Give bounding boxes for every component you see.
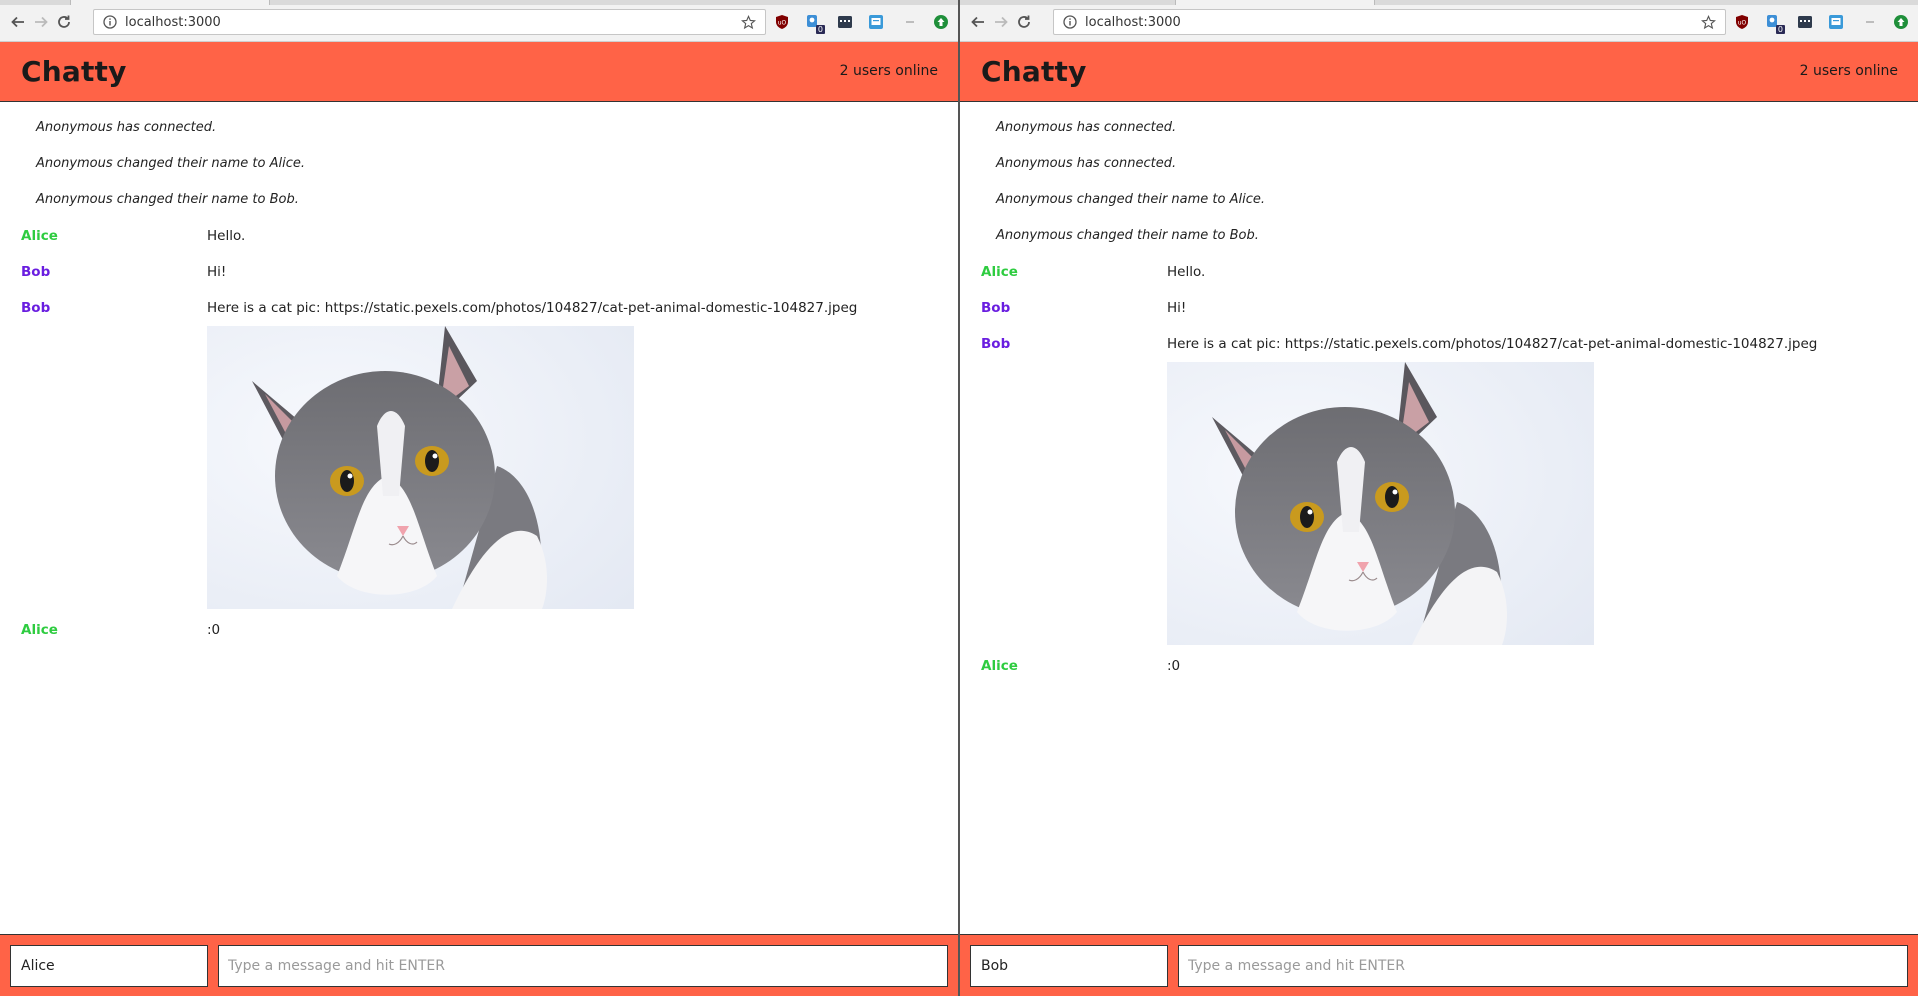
message-input[interactable] — [1178, 945, 1908, 987]
ublock-extension-icon[interactable]: uO — [773, 13, 790, 30]
back-button[interactable] — [968, 12, 988, 32]
system-message: Anonymous changed their name to Alice. — [996, 192, 1266, 207]
forward-arrow-icon — [35, 16, 48, 28]
extension-icon-3[interactable] — [1796, 13, 1813, 30]
system-message: Anonymous has connected. — [996, 120, 1177, 135]
message-text: :0 — [207, 622, 221, 638]
extension-icon-4[interactable] — [1827, 13, 1844, 30]
extension-icon-6[interactable] — [1892, 13, 1909, 30]
message-username: Bob — [21, 300, 51, 316]
browser-toolbar: localhost:3000 uO 0 — [0, 0, 958, 42]
chat-message: Alice :0 — [0, 619, 958, 655]
chat-message: Bob Here is a cat pic: https://static.pe… — [960, 333, 1918, 655]
message-list: Anonymous has connected. Anonymous has c… — [960, 103, 1918, 934]
message-text: Here is a cat pic: https://static.pexels… — [207, 300, 858, 316]
message-username: Alice — [981, 264, 1018, 280]
forward-button[interactable] — [991, 12, 1011, 32]
ublock-extension-icon[interactable]: uO — [1733, 13, 1750, 30]
extension-icon-2[interactable]: 0 — [1764, 13, 1785, 34]
browser-window-bob: localhost:3000 uO 0 Chatty 2 users onlin… — [959, 0, 1918, 996]
app-title: Chatty — [981, 55, 1087, 88]
url-text: localhost:3000 — [1085, 14, 1181, 30]
app-header: Chatty 2 users online — [0, 42, 958, 102]
active-tab[interactable] — [1175, 0, 1375, 5]
back-arrow-icon — [971, 16, 984, 28]
extension-icon-5[interactable] — [901, 13, 918, 30]
system-message: Anonymous has connected. — [36, 120, 217, 135]
svg-text:uO: uO — [777, 19, 786, 26]
bookmark-star-icon[interactable] — [1701, 15, 1716, 30]
extension-badge: 0 — [1775, 25, 1785, 34]
message-text: Here is a cat pic: https://static.pexels… — [1167, 336, 1818, 352]
back-button[interactable] — [8, 12, 28, 32]
browser-window-alice: localhost:3000 uO 0 Chatty 2 users onlin… — [0, 0, 959, 996]
extension-icon-5[interactable] — [1861, 13, 1878, 30]
reload-button[interactable] — [1014, 12, 1034, 32]
back-arrow-icon — [11, 16, 24, 28]
users-online-count: 2 users online — [839, 62, 938, 79]
system-message: Anonymous has connected. — [996, 156, 1177, 171]
message-list: Anonymous has connected. Anonymous chang… — [0, 103, 958, 934]
info-icon[interactable] — [1063, 15, 1077, 29]
extension-icon-3[interactable] — [836, 13, 853, 30]
chat-message: Alice Hello. — [960, 261, 1918, 297]
active-tab[interactable] — [70, 0, 270, 5]
app-header: Chatty 2 users online — [960, 42, 1918, 102]
extension-icon-6[interactable] — [932, 13, 949, 30]
cat-image — [1167, 362, 1594, 645]
composer-bar — [0, 934, 958, 996]
reload-icon — [58, 15, 70, 28]
chat-message: Bob Hi! — [960, 297, 1918, 333]
message-username: Alice — [21, 228, 58, 244]
message-text: Hello. — [1167, 264, 1206, 280]
message-content: Here is a cat pic: https://static.pexels… — [1167, 333, 1918, 655]
extension-icon-4[interactable] — [867, 13, 884, 30]
screen: localhost:3000 uO 0 Chatty 2 users onlin… — [0, 0, 1918, 996]
message-text: Hello. — [207, 228, 246, 244]
reload-icon — [1018, 15, 1030, 28]
message-username: Bob — [981, 336, 1011, 352]
forward-button[interactable] — [31, 12, 51, 32]
svg-text:uO: uO — [1737, 19, 1746, 26]
chat-message: Bob Here is a cat pic: https://static.pe… — [0, 297, 958, 619]
system-message: Anonymous changed their name to Alice. — [36, 156, 306, 171]
chat-message: Alice :0 — [960, 655, 1918, 691]
app-title: Chatty — [21, 55, 127, 88]
message-username: Alice — [21, 622, 58, 638]
username-input[interactable] — [10, 945, 208, 987]
message-text: Hi! — [207, 264, 227, 280]
extension-badge: 0 — [815, 25, 825, 34]
system-message: Anonymous changed their name to Bob. — [36, 192, 299, 207]
url-text: localhost:3000 — [125, 14, 221, 30]
system-message: Anonymous changed their name to Bob. — [996, 228, 1259, 243]
message-text: :0 — [1167, 658, 1181, 674]
tab-strip — [960, 0, 1918, 5]
chat-message: Bob Hi! — [0, 261, 958, 297]
composer-bar — [960, 934, 1918, 996]
message-input[interactable] — [218, 945, 948, 987]
chat-message: Alice Hello. — [0, 225, 958, 261]
message-username: Bob — [981, 300, 1011, 316]
info-icon[interactable] — [103, 15, 117, 29]
message-username: Bob — [21, 264, 51, 280]
extension-icon-2[interactable]: 0 — [804, 13, 825, 34]
username-input[interactable] — [970, 945, 1168, 987]
message-text: Hi! — [1167, 300, 1187, 316]
reload-button[interactable] — [54, 12, 74, 32]
bookmark-star-icon[interactable] — [741, 15, 756, 30]
users-online-count: 2 users online — [1799, 62, 1898, 79]
tab-strip — [0, 0, 958, 5]
address-bar[interactable]: localhost:3000 — [1053, 9, 1726, 35]
forward-arrow-icon — [995, 16, 1008, 28]
address-bar[interactable]: localhost:3000 — [93, 9, 766, 35]
message-content: Here is a cat pic: https://static.pexels… — [207, 297, 958, 619]
browser-toolbar: localhost:3000 uO 0 — [960, 0, 1918, 42]
cat-image — [207, 326, 634, 609]
message-username: Alice — [981, 658, 1018, 674]
